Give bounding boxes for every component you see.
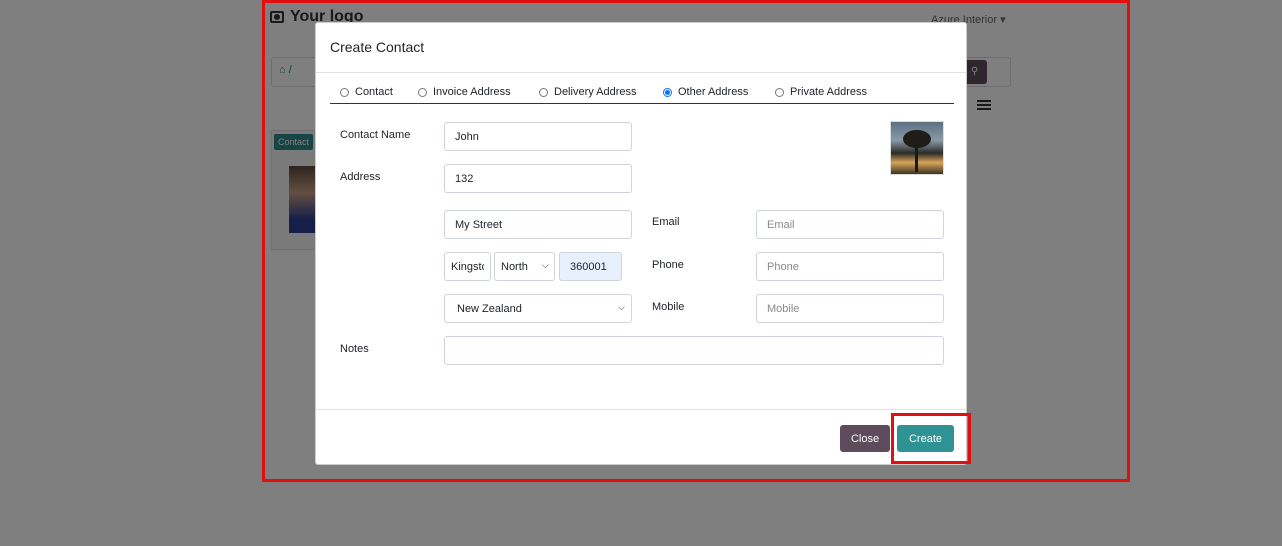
state-select[interactable]: North ⌵: [494, 252, 555, 281]
radio-label: Contact: [355, 86, 393, 98]
notes-input[interactable]: [444, 336, 944, 365]
dialog-title: Create Contact: [330, 39, 425, 55]
create-button-highlight: [891, 413, 971, 464]
zip-input[interactable]: [559, 252, 622, 281]
chevron-down-icon: ⌵: [618, 302, 625, 312]
close-button[interactable]: Close: [840, 425, 890, 452]
radio-contact[interactable]: Contact: [340, 86, 393, 98]
contact-name-label: Contact Name: [340, 129, 411, 141]
email-input[interactable]: [756, 210, 944, 239]
radio-label: Invoice Address: [433, 86, 511, 98]
radio-private-address[interactable]: Private Address: [775, 86, 867, 98]
city-input[interactable]: [444, 252, 491, 281]
radio-label: Delivery Address: [554, 86, 637, 98]
mobile-input[interactable]: [756, 294, 944, 323]
contact-name-input[interactable]: [444, 122, 632, 151]
radio-invoice-address[interactable]: Invoice Address: [418, 86, 511, 98]
radio-other-address[interactable]: Other Address: [663, 86, 748, 98]
dialog-footer: Close Create: [316, 409, 966, 465]
email-label: Email: [652, 216, 680, 228]
contact-image[interactable]: [890, 121, 944, 175]
chevron-down-icon: ⌵: [542, 260, 549, 270]
radio-circle[interactable]: [775, 87, 784, 97]
country-select[interactable]: New Zealand ⌵: [444, 294, 632, 323]
radio-label: Other Address: [678, 86, 749, 98]
radio-circle[interactable]: [418, 87, 427, 97]
address-label: Address: [340, 171, 381, 183]
radio-circle[interactable]: [539, 87, 548, 97]
radio-label: Private Address: [790, 86, 868, 98]
notes-label: Notes: [340, 343, 369, 355]
radio-circle[interactable]: [340, 87, 349, 97]
phone-input[interactable]: [756, 252, 944, 281]
dialog-header: Create Contact: [316, 23, 966, 73]
street2-input[interactable]: [444, 210, 632, 239]
create-contact-dialog: Create Contact Contact Invoice Address D…: [315, 22, 967, 465]
phone-label: Phone: [652, 259, 684, 271]
street-input[interactable]: [444, 164, 632, 193]
address-type-selector: Contact Invoice Address Delivery Address…: [330, 86, 954, 104]
radio-delivery-address[interactable]: Delivery Address: [539, 86, 637, 98]
mobile-label: Mobile: [652, 301, 685, 313]
country-dropdown[interactable]: New Zealand: [444, 294, 632, 323]
dialog-body: Contact Invoice Address Delivery Address…: [316, 73, 966, 409]
radio-circle-checked[interactable]: [663, 87, 672, 97]
